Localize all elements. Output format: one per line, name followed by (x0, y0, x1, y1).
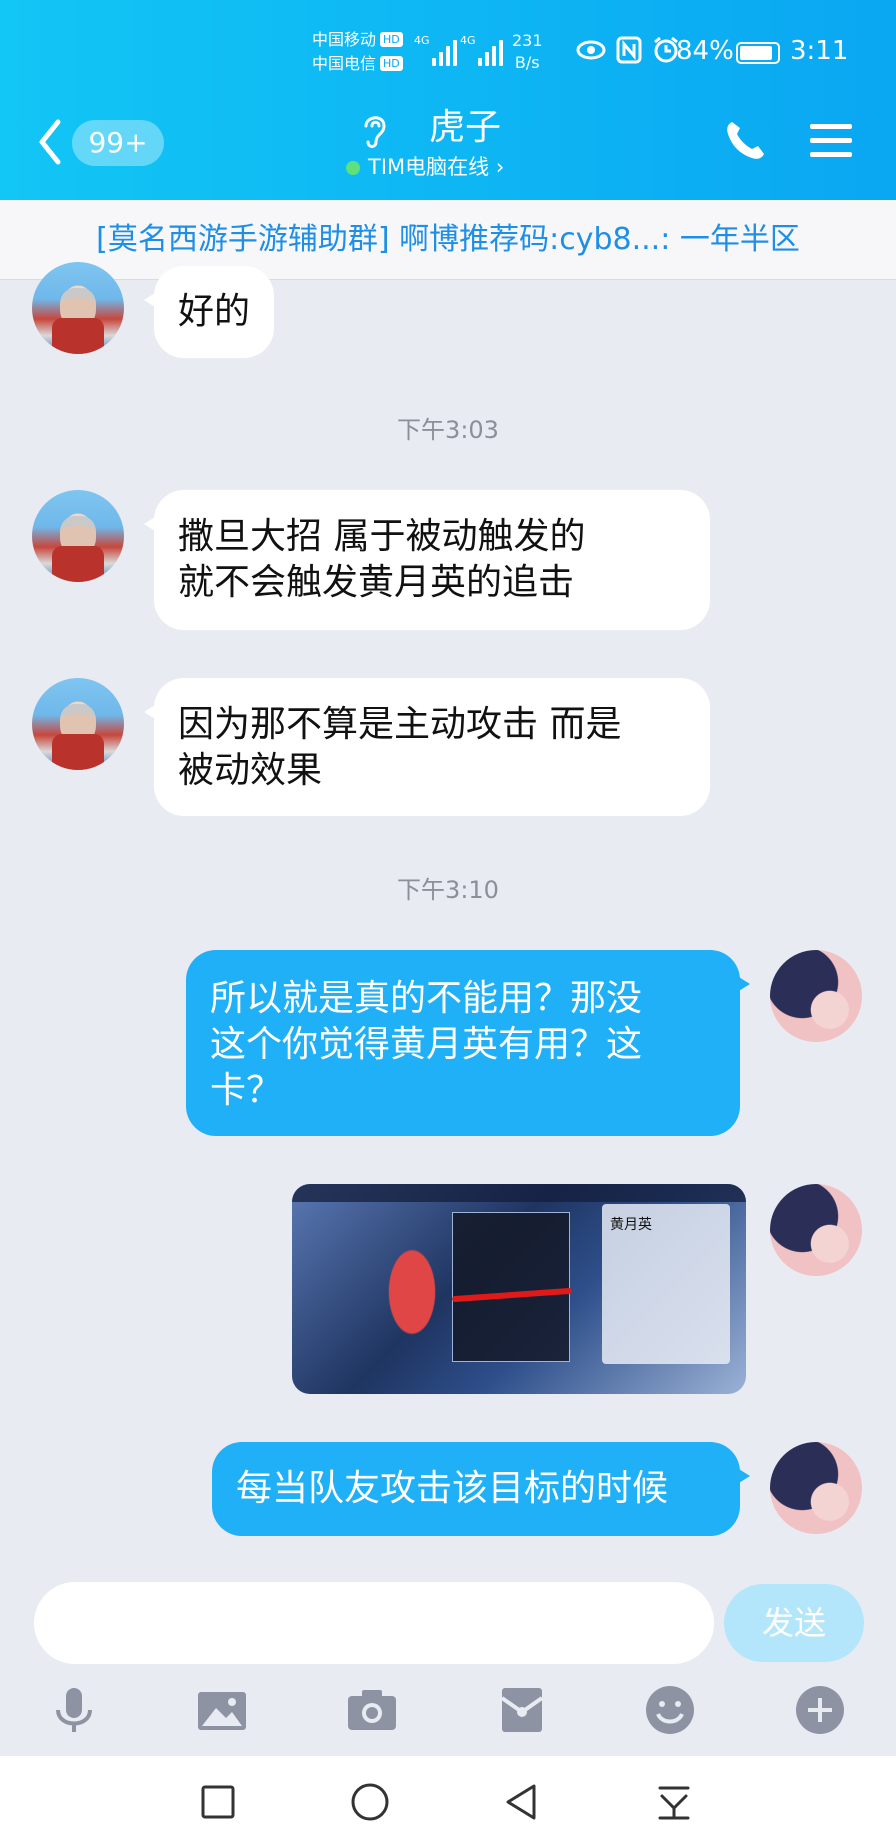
unread-count-badge[interactable]: 99+ (72, 120, 164, 166)
camera-icon[interactable] (346, 1684, 398, 1736)
speed-unit: B/s (514, 53, 540, 72)
network-speed: 231 B/s (512, 30, 543, 74)
timestamp-separator: 下午3:10 (397, 876, 499, 904)
image-message[interactable]: 黄月英 (292, 1184, 746, 1394)
message-bubble-outgoing[interactable]: 每当队友攻击该目标的时候 (212, 1442, 750, 1536)
message-line: 撒旦大招 属于被动触发的 (178, 516, 586, 557)
online-status-text: TIM电脑在线 › (368, 155, 505, 179)
system-navigation-bar (0, 1756, 896, 1848)
online-status[interactable]: TIM电脑在线 › (346, 152, 504, 182)
notification-pull-icon[interactable] (650, 1778, 698, 1826)
message-bubble-incoming[interactable]: 因为那不算是主动攻击 而是 被动效果 (144, 678, 710, 816)
net-type-1: 4G (414, 34, 430, 47)
battery-icon (736, 42, 780, 64)
message-bubble-incoming[interactable]: 好的 (143, 266, 275, 358)
red-packet-icon[interactable] (496, 1684, 548, 1736)
title-block[interactable]: 虎子 (340, 104, 560, 152)
phone-icon[interactable] (724, 118, 768, 162)
message-bubble-outgoing[interactable]: 所以就是真的不能用？那没 这个你觉得黄月英有用？这 卡？ (186, 950, 750, 1136)
emoji-icon[interactable] (644, 1684, 696, 1736)
contact-avatar[interactable] (32, 262, 124, 354)
message-line: 就不会触发黄月英的追击 (178, 562, 575, 603)
menu-icon[interactable] (810, 122, 852, 160)
nfc-icon (616, 36, 642, 64)
carrier-2: 中国电信 (312, 54, 377, 73)
plus-icon[interactable] (794, 1684, 846, 1736)
online-dot-icon (346, 161, 360, 175)
signal-bars-2-icon (478, 36, 503, 66)
my-avatar[interactable] (770, 1442, 862, 1534)
timestamp-separator: 下午3:03 (397, 416, 499, 444)
image-icon[interactable] (196, 1684, 248, 1736)
eye-icon (576, 40, 606, 60)
input-toolbar (0, 1670, 896, 1754)
message-input[interactable] (34, 1582, 714, 1664)
screenshot-skill-panel (452, 1212, 570, 1362)
chat-title: 虎子 (428, 107, 501, 148)
chat-header: 中国移动 HD 中国电信 HD 4G 4G 231 B/s 84% 3:11 99+… (0, 0, 896, 200)
speed-value: 231 (512, 31, 543, 50)
home-circle-icon[interactable] (346, 1778, 394, 1826)
message-line: 被动效果 (178, 750, 323, 791)
microphone-icon[interactable] (48, 1684, 100, 1736)
screenshot-character-name: 黄月英 (610, 1217, 652, 1233)
composer: 发送 (0, 1560, 896, 1670)
recent-apps-square-icon[interactable] (194, 1778, 242, 1826)
net-type-2: 4G (460, 34, 476, 47)
message-bubble-incoming[interactable]: 撒旦大招 属于被动触发的 就不会触发黄月英的追击 (144, 490, 710, 630)
send-button[interactable]: 发送 (724, 1584, 864, 1662)
message-line: 因为那不算是主动攻击 而是 (178, 704, 622, 745)
hd-badge-2: HD (380, 56, 403, 71)
group-notice-banner[interactable]: [莫名西游手游辅助群] 啊博推荐码:cyb8...: 一年半区 (0, 200, 896, 280)
signal-bars-1-icon (432, 36, 457, 66)
my-avatar[interactable] (770, 1184, 862, 1276)
screenshot-topbar (292, 1184, 746, 1202)
carrier-info: 中国移动 HD 中国电信 HD (312, 28, 403, 76)
carrier-1: 中国移动 (312, 30, 377, 49)
contact-avatar[interactable] (32, 490, 124, 582)
message-line: 这个你觉得黄月英有用？这 (210, 1024, 643, 1065)
message-line: 卡？ (210, 1070, 283, 1111)
status-icons (576, 36, 680, 64)
message-line: 所以就是真的不能用？那没 (210, 978, 643, 1019)
back-triangle-icon[interactable] (498, 1778, 546, 1826)
hd-badge-1: HD (380, 32, 403, 47)
status-bar: 中国移动 HD 中国电信 HD 4G 4G 231 B/s 84% 3:11 (0, 0, 896, 100)
back-arrow-icon[interactable] (34, 116, 66, 168)
screenshot-character (372, 1244, 452, 1364)
clock: 3:11 (790, 36, 849, 66)
screenshot-info-panel: 黄月英 (602, 1204, 730, 1364)
my-avatar[interactable] (770, 950, 862, 1042)
contact-avatar[interactable] (32, 678, 124, 770)
battery-percent: 84% (676, 36, 734, 66)
